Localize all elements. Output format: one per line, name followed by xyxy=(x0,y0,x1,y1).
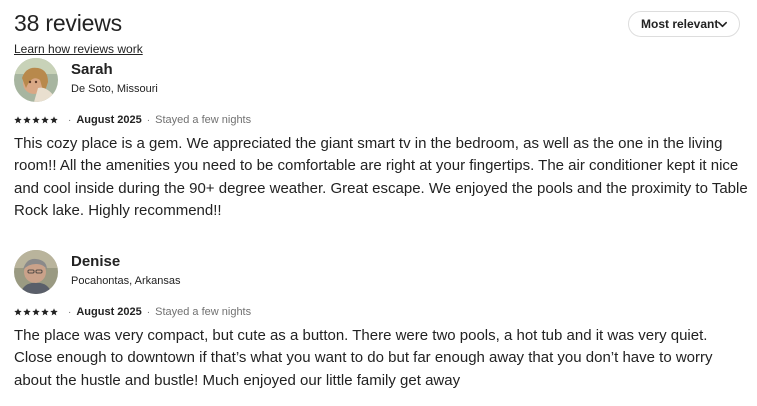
star-icon xyxy=(41,116,49,124)
star-icon xyxy=(14,116,22,124)
review-date: August 2025 xyxy=(76,114,142,126)
star-icon xyxy=(32,308,40,316)
star-icon xyxy=(50,116,58,124)
star-icon xyxy=(23,308,31,316)
separator-dot: · xyxy=(146,114,151,126)
separator-dot: · xyxy=(68,114,72,126)
sort-dropdown-label: Most relevant xyxy=(641,17,719,31)
reviewer-location: De Soto, Missouri xyxy=(71,83,158,95)
stay-length: Stayed a few nights xyxy=(155,306,252,318)
chevron-down-icon xyxy=(718,21,727,28)
review-text: The place was very compact, but cute as … xyxy=(14,327,713,389)
star-rating xyxy=(14,116,58,124)
star-icon xyxy=(41,308,49,316)
review-text: This cozy place is a gem. We appreciated… xyxy=(14,135,748,219)
star-icon xyxy=(50,308,58,316)
review-meta: · August 2025 · Stayed a few nights xyxy=(14,114,251,126)
reviews-count-title: 38 reviews xyxy=(14,10,122,36)
star-icon xyxy=(23,116,31,124)
star-icon xyxy=(32,116,40,124)
star-icon xyxy=(14,308,22,316)
separator-dot: · xyxy=(146,306,151,318)
stay-length: Stayed a few nights xyxy=(155,114,252,126)
reviewer-name: Sarah xyxy=(71,61,113,78)
avatar[interactable] xyxy=(14,250,58,294)
learn-how-reviews-work-link[interactable]: Learn how reviews work xyxy=(14,42,143,56)
reviewer-name: Denise xyxy=(71,253,121,270)
sort-dropdown[interactable]: Most relevant xyxy=(628,11,740,37)
review-date: August 2025 xyxy=(76,306,142,318)
avatar[interactable] xyxy=(14,58,58,102)
review-meta: · August 2025 · Stayed a few nights xyxy=(14,306,251,318)
reviewer-location: Pocahontas, Arkansas xyxy=(71,275,181,287)
star-rating xyxy=(14,308,58,316)
separator-dot: · xyxy=(68,306,72,318)
